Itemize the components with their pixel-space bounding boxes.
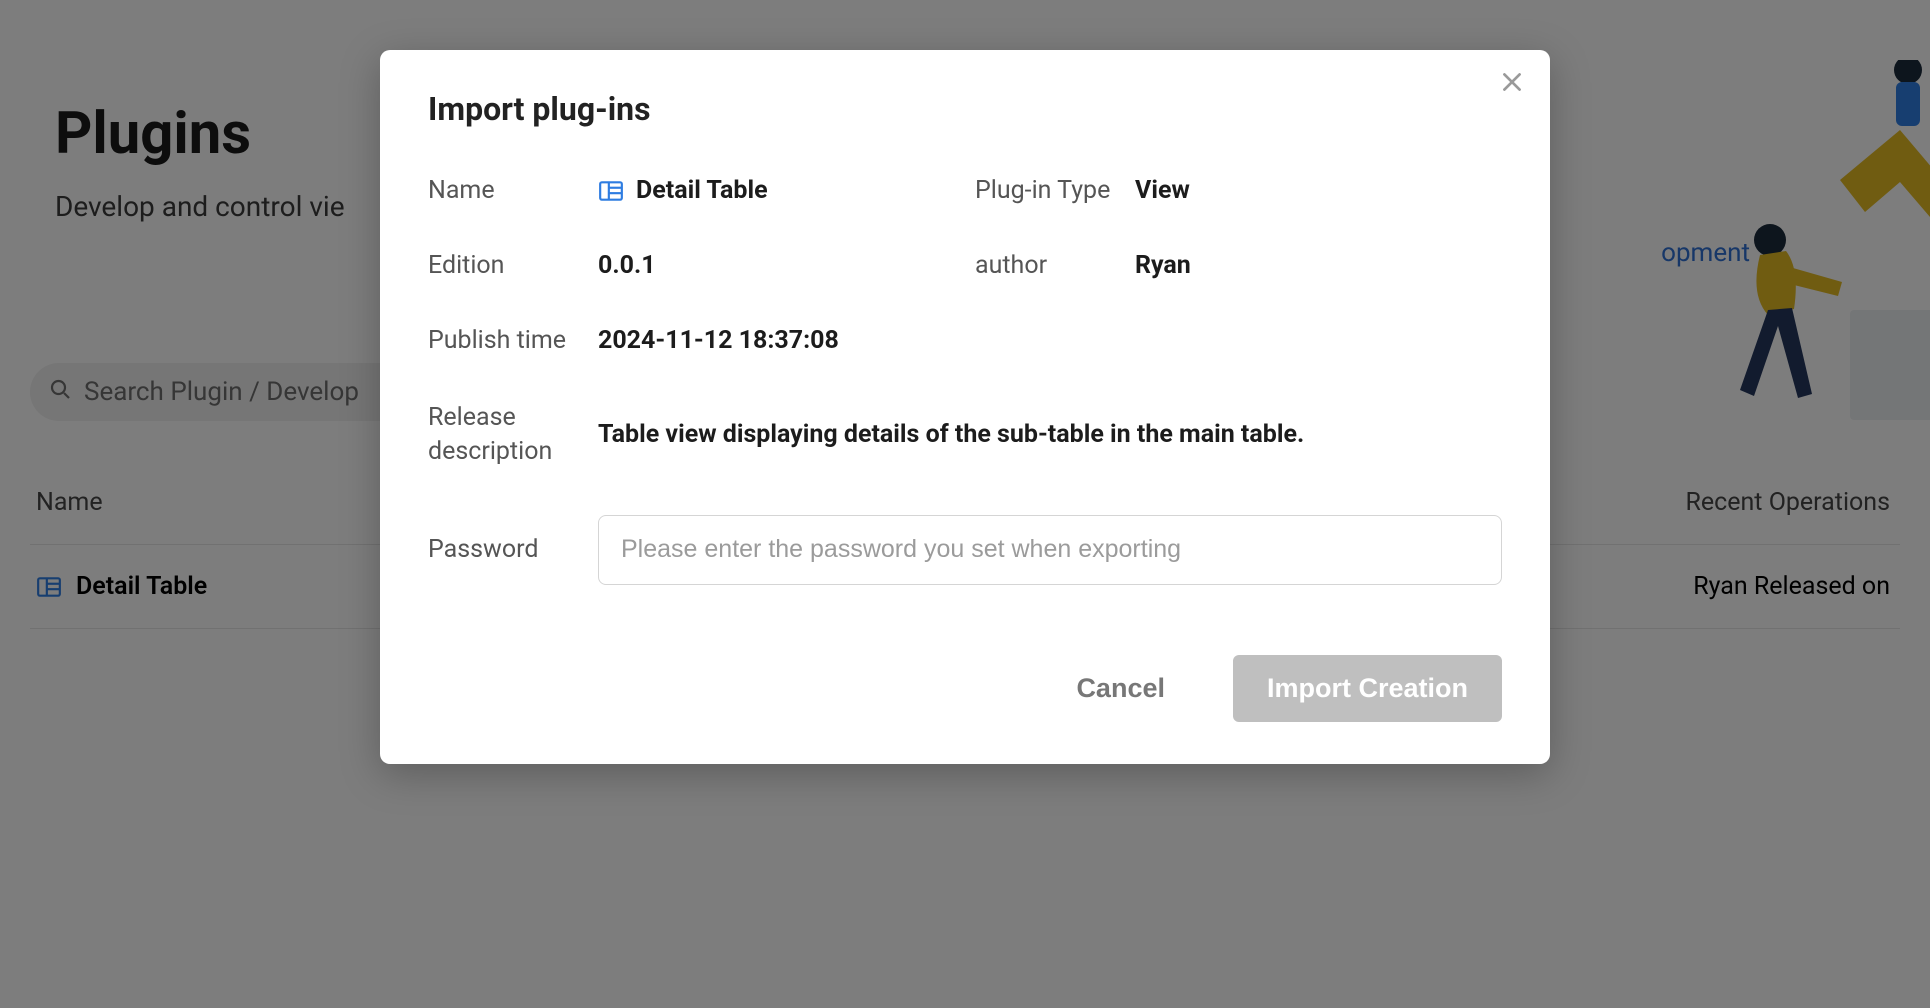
label-publish-time: Publish time [428,326,588,355]
modal-form: Name Detail Table Plug-in Type View Edit… [428,176,1502,585]
value-author: Ryan [1135,251,1502,280]
label-password: Password [428,535,588,564]
import-creation-button[interactable]: Import Creation [1233,655,1502,722]
value-edition: 0.0.1 [598,251,965,280]
label-plugin-type: Plug-in Type [975,176,1125,205]
cancel-button[interactable]: Cancel [1068,663,1173,714]
value-name: Detail Table [598,176,965,205]
label-name: Name [428,176,588,205]
modal-title: Import plug-ins [428,90,1502,128]
password-input[interactable] [598,515,1502,585]
import-plugins-modal: Import plug-ins Name Detail Table Plug-i… [380,50,1550,764]
modal-close-button[interactable] [1492,64,1532,104]
label-release-description: Release description [428,401,588,469]
label-edition: Edition [428,251,588,280]
label-author: author [975,251,1125,280]
detail-table-icon [598,178,624,204]
close-icon [1499,69,1525,99]
value-plugin-type: View [1135,176,1502,205]
value-publish-time: 2024-11-12 18:37:08 [598,326,1502,355]
value-release-description: Table view displaying details of the sub… [598,420,1502,449]
value-name-text: Detail Table [636,176,768,205]
modal-actions: Cancel Import Creation [428,655,1502,722]
